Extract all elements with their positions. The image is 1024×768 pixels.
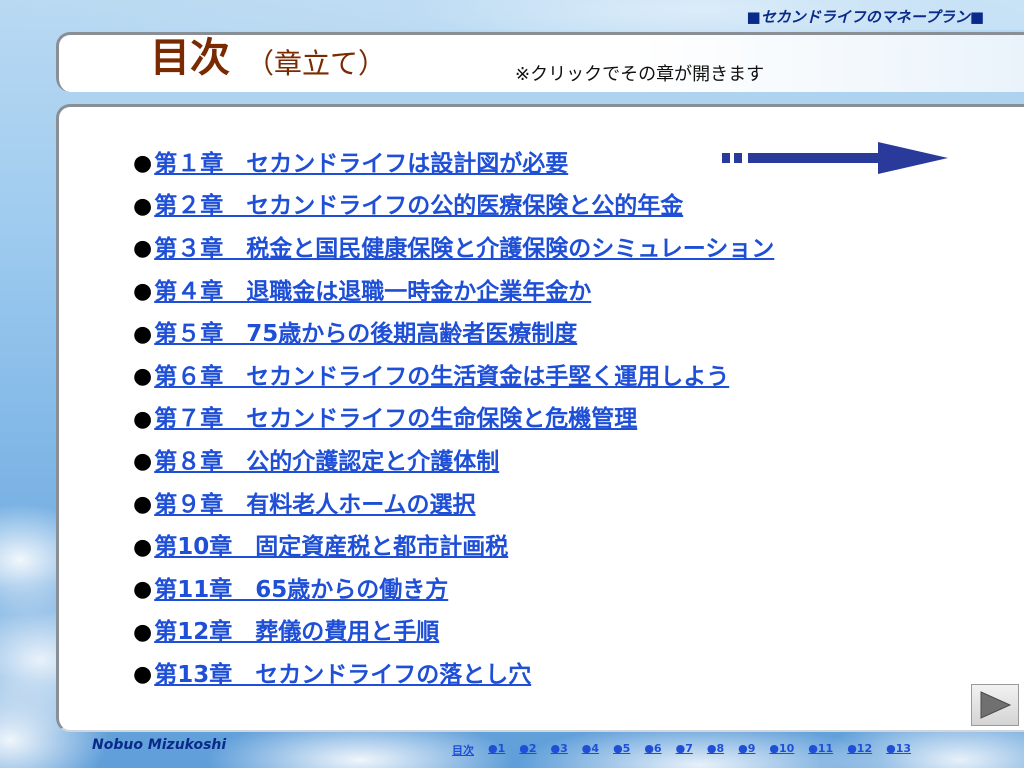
chapter-link-9[interactable]: 第９章 有料老人ホームの選択 [154, 493, 475, 517]
nav-link-6[interactable]: ●6 [644, 742, 661, 758]
chapter-link-1[interactable]: 第１章 セカンドライフは設計図が必要 [154, 152, 568, 176]
chapter-item: ● 第２章 セカンドライフの公的医療保険と公的年金 [133, 186, 774, 229]
chapter-list: ● 第１章 セカンドライフは設計図が必要 ● 第２章 セカンドライフの公的医療保険と… [133, 143, 774, 697]
chapter-item: ● 第13章 セカンドライフの落とし穴 [133, 654, 774, 697]
bullet: ● [133, 236, 153, 262]
chapter-link-10[interactable]: 第10章 固定資産税と都市計画税 [154, 536, 508, 559]
nav-link-10[interactable]: ●10 [769, 742, 794, 758]
bullet: ● [133, 449, 153, 475]
chapter-link-4[interactable]: 第４章 退職金は退職一時金か企業年金か [154, 280, 591, 304]
nav-link-3[interactable]: ●3 [551, 742, 568, 758]
chapter-item: ● 第７章 セカンドライフの生命保険と危機管理 [133, 399, 774, 442]
chapter-link-6[interactable]: 第６章 セカンドライフの生活資金は手堅く運用しよう [154, 365, 729, 389]
nav-link-12[interactable]: ●12 [847, 742, 872, 758]
bullet: ● [133, 619, 153, 645]
chapter-item: ● 第12章 葬儀の費用と手順 [133, 612, 774, 655]
nav-link-5[interactable]: ●5 [613, 742, 630, 758]
bullet: ● [133, 364, 153, 390]
header-title: ■セカンドライフのマネープラン■ [746, 8, 984, 26]
chapter-item: ● 第４章 退職金は退職一時金か企業年金か [133, 271, 774, 314]
chapter-link-11[interactable]: 第11章 65歳からの働き方 [154, 578, 448, 602]
nav-link-8[interactable]: ●8 [707, 742, 724, 758]
nav-link-11[interactable]: ●11 [808, 742, 833, 758]
chapter-link-2[interactable]: 第２章 セカンドライフの公的医療保険と公的年金 [154, 195, 683, 218]
chapter-item: ● 第５章 75歳からの後期高齢者医療制度 [133, 313, 774, 356]
nav-link-4[interactable]: ●4 [582, 742, 599, 758]
next-button[interactable] [971, 684, 1019, 726]
chapter-item: ● 第３章 税金と国民健康保険と介護保険のシミュレーション [133, 228, 774, 271]
chapter-link-5[interactable]: 第５章 75歳からの後期高齢者医療制度 [154, 323, 577, 346]
chapter-item: ● 第11章 65歳からの働き方 [133, 569, 774, 612]
footer-nav: 目次 ●1 ●2 ●3 ●4 ●5 ●6 ●7 ●8 ●9 ●10 ●11 ●1… [452, 742, 925, 758]
nav-link-7[interactable]: ●7 [676, 742, 693, 758]
chapter-link-13[interactable]: 第13章 セカンドライフの落とし穴 [154, 663, 531, 687]
page-title: 目次 [150, 35, 230, 81]
bullet: ● [133, 534, 153, 560]
bullet: ● [133, 492, 153, 518]
chapter-link-12[interactable]: 第12章 葬儀の費用と手順 [154, 621, 439, 644]
next-play-icon [980, 691, 1012, 719]
nav-link-13[interactable]: ●13 [886, 742, 911, 758]
nav-link-1[interactable]: ●1 [488, 742, 505, 758]
bullet: ● [133, 193, 153, 219]
chapter-link-3[interactable]: 第３章 税金と国民健康保険と介護保険のシミュレーション [154, 237, 774, 261]
bullet: ● [133, 406, 153, 432]
chapter-item: ● 第６章 セカンドライフの生活資金は手堅く運用しよう [133, 356, 774, 399]
chapter-link-8[interactable]: 第８章 公的介護認定と介護体制 [154, 450, 499, 474]
footer-author: Nobuo Mizukoshi [92, 737, 227, 753]
chapter-item: ● 第10章 固定資産税と都市計画税 [133, 526, 774, 569]
page-subtitle: （章立て） [246, 47, 387, 80]
nav-link-toc[interactable]: 目次 [452, 742, 474, 758]
nav-link-2[interactable]: ●2 [519, 742, 536, 758]
bullet: ● [133, 151, 153, 177]
right-arrow-icon [722, 142, 948, 174]
click-hint: ※クリックでその章が開きます [515, 64, 765, 85]
nav-link-9[interactable]: ●9 [738, 742, 755, 758]
chapter-item: ● 第８章 公的介護認定と介護体制 [133, 441, 774, 484]
bullet: ● [133, 321, 153, 347]
chapter-item: ● 第１章 セカンドライフは設計図が必要 [133, 143, 774, 186]
chapter-item: ● 第９章 有料老人ホームの選択 [133, 484, 774, 527]
chapter-link-7[interactable]: 第７章 セカンドライフの生命保険と危機管理 [154, 408, 637, 431]
bullet: ● [133, 662, 153, 688]
bullet: ● [133, 577, 153, 603]
bullet: ● [133, 279, 153, 305]
